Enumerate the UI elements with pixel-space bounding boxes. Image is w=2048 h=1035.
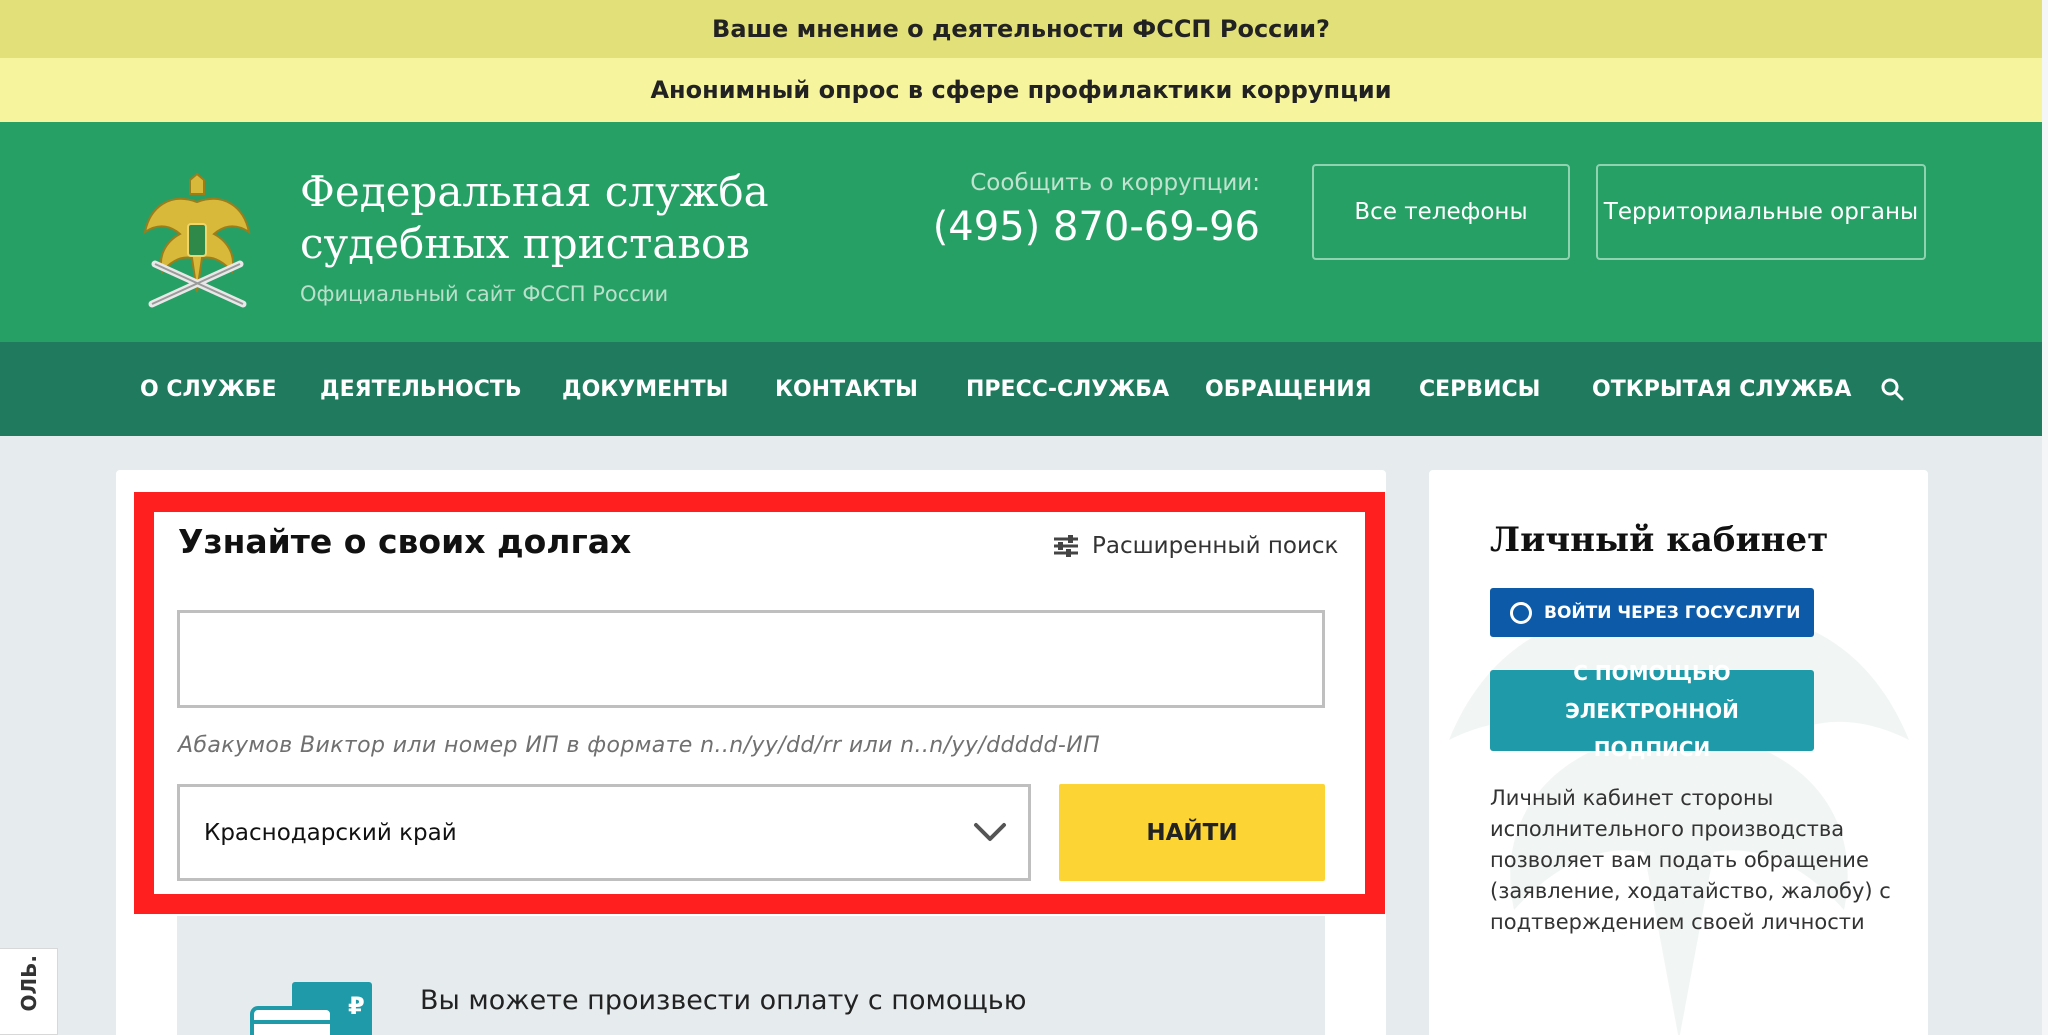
find-button[interactable]: НАЙТИ: [1059, 784, 1325, 881]
nav-item-open-service[interactable]: ОТКРЫТАЯ СЛУЖБА: [1592, 342, 1851, 436]
org-name-line-2[interactable]: судебных приставов: [300, 218, 820, 270]
opinion-banner[interactable]: Ваше мнение о деятельности ФССП России?: [0, 0, 2042, 58]
survey-banner[interactable]: Анонимный опрос в сфере профилактики кор…: [0, 58, 2042, 122]
gosuslugi-icon: [1510, 601, 1532, 624]
all-phones-button[interactable]: Все телефоны: [1312, 164, 1570, 260]
card-payment-icon: ₽: [250, 982, 372, 1035]
corruption-phone[interactable]: (495) 870-69-96: [933, 204, 1260, 250]
nav-item-services[interactable]: СЕРВИСЫ: [1419, 342, 1540, 436]
e-signature-login-button[interactable]: С ПОМОЩЬЮ ЭЛЕКТРОННОЙ ПОДПИСИ: [1490, 661, 1814, 761]
main-nav: О СЛУЖБЕ ДЕЯТЕЛЬНОСТЬ ДОКУМЕНТЫ КОНТАКТЫ…: [0, 342, 2042, 436]
search-icon[interactable]: [1880, 377, 1906, 403]
debt-search-title: Узнайте о своих долгах: [178, 522, 632, 561]
search-hint: Абакумов Виктор или номер ИП в формате n…: [178, 733, 1101, 758]
nav-item-appeals[interactable]: ОБРАЩЕНИЯ: [1205, 342, 1372, 436]
site-header: Федеральная служба судебных приставов Оф…: [0, 122, 2042, 342]
scrollbar-gutter: [2042, 0, 2048, 1035]
sliders-icon: [1054, 535, 1078, 557]
region-select-value[interactable]: Краснодарский край: [204, 820, 457, 846]
payment-text-line: Вы можете произвести оплату с помощью: [420, 985, 1027, 1016]
corruption-label: Сообщить о коррупции:: [970, 170, 1260, 196]
nav-item-press[interactable]: ПРЕСС-СЛУЖБА: [966, 342, 1169, 436]
gosuslugi-login-button[interactable]: ВОЙТИ ЧЕРЕЗ ГОСУСЛУГИ: [1490, 588, 1814, 637]
fssp-emblem-icon[interactable]: [140, 172, 255, 312]
advanced-search-label[interactable]: Расширенный поиск: [1092, 533, 1338, 559]
opinion-banner-text[interactable]: Ваше мнение о деятельности ФССП России?: [712, 15, 1330, 43]
nav-item-contacts[interactable]: КОНТАКТЫ: [775, 342, 918, 436]
page: Ваше мнение о деятельности ФССП России? …: [0, 0, 2048, 1035]
nav-item-documents[interactable]: ДОКУМЕНТЫ: [562, 342, 728, 436]
nav-item-activity[interactable]: ДЕЯТЕЛЬНОСТЬ: [320, 342, 522, 436]
territorial-bodies-button[interactable]: Территориальные органы: [1596, 164, 1926, 260]
feedback-tab-label[interactable]: ОЛЬ.: [17, 955, 41, 1011]
feedback-tab[interactable]: ОЛЬ.: [0, 948, 58, 1035]
org-name[interactable]: Федеральная служба судебных приставов: [300, 166, 820, 270]
survey-banner-text[interactable]: Анонимный опрос в сфере профилактики кор…: [650, 76, 1391, 104]
org-name-line-1[interactable]: Федеральная служба: [300, 166, 820, 218]
payment-systems-link[interactable]: электронных платежных систем: [420, 1022, 1120, 1035]
gosuslugi-label[interactable]: ВОЙТИ ЧЕРЕЗ ГОСУСЛУГИ: [1544, 603, 1800, 623]
debt-search-input[interactable]: [177, 610, 1325, 708]
nav-item-about[interactable]: О СЛУЖБЕ: [140, 342, 276, 436]
advanced-search-link[interactable]: Расширенный поиск: [1052, 528, 1338, 564]
org-subtitle: Официальный сайт ФССП России: [300, 282, 669, 306]
cabinet-description: Личный кабинет стороны исполнительного п…: [1490, 786, 1891, 934]
cabinet-title: Личный кабинет: [1490, 520, 1829, 560]
payment-text: Вы можете произвести оплату с помощью эл…: [420, 980, 1120, 1035]
svg-text:₽: ₽: [348, 992, 365, 1020]
chevron-down-icon[interactable]: [972, 819, 1008, 845]
region-select[interactable]: Краснодарский край: [177, 784, 1031, 881]
